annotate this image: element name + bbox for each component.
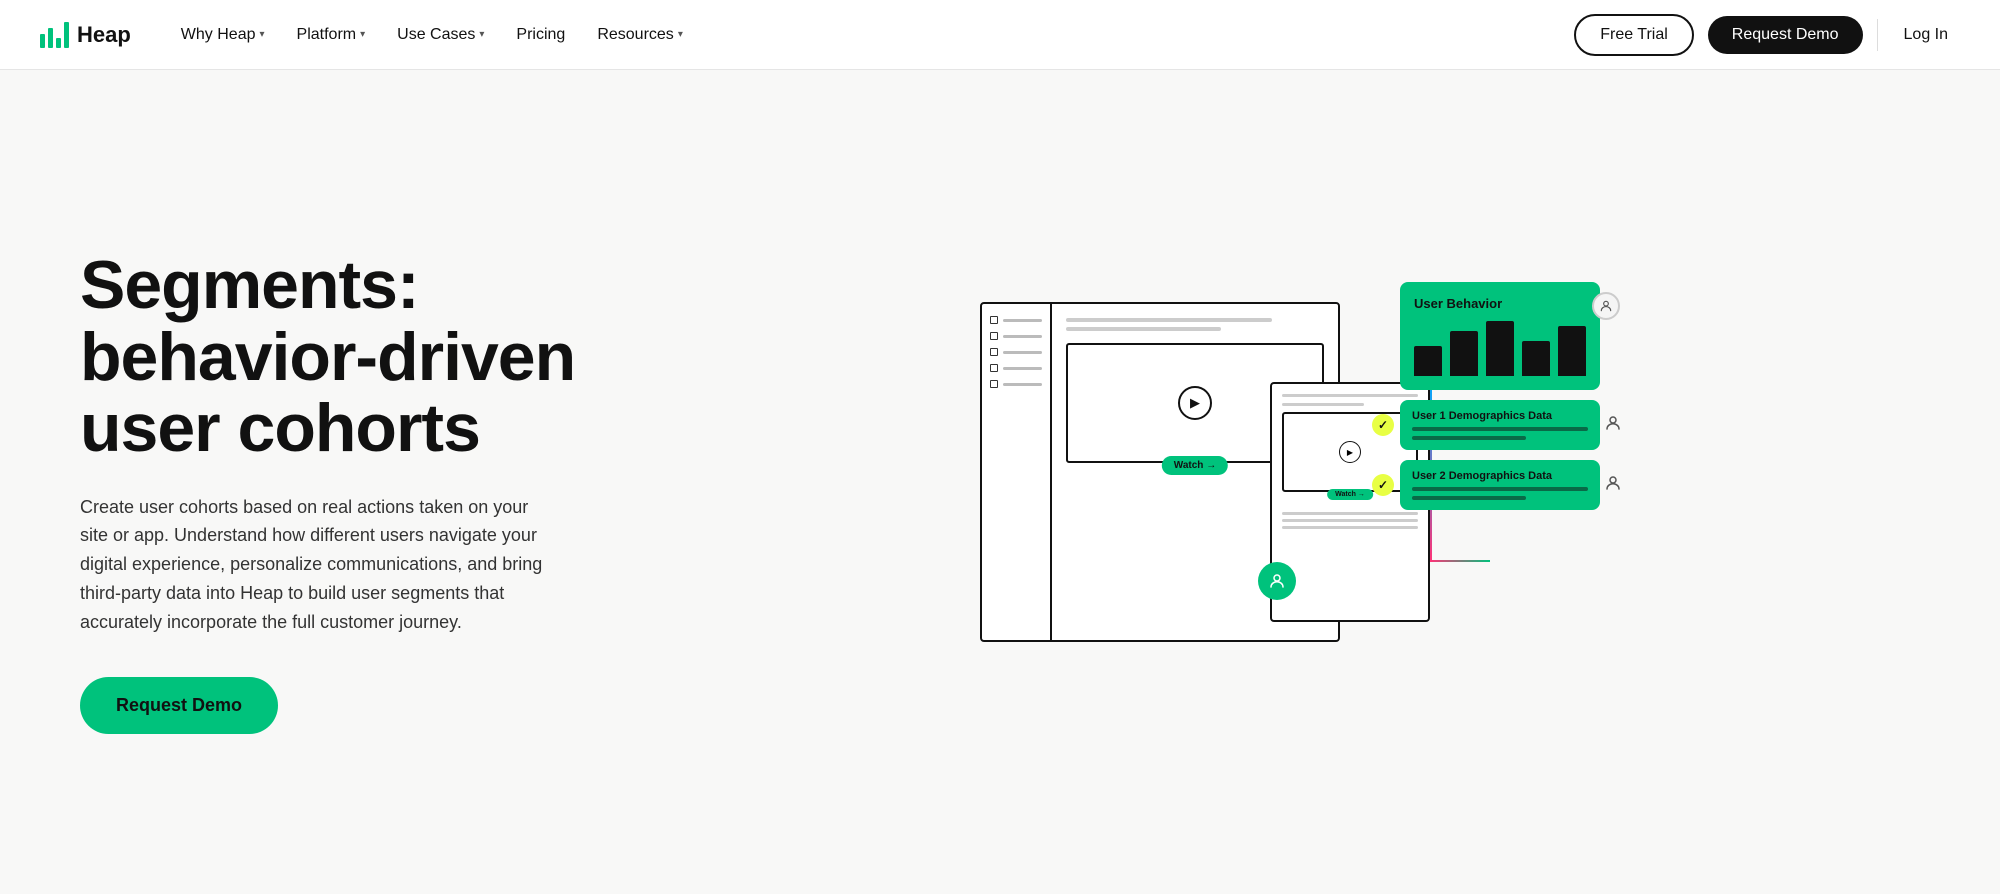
watch-tag: Watch → [1162,456,1228,475]
nav-link-use-cases[interactable]: Use Cases ▾ [383,18,498,52]
mobile-video-box: ▶ Watch → [1282,412,1418,492]
user-icon-right-1 [1604,414,1622,437]
chart-bar [1450,331,1478,376]
mobile-line [1282,519,1418,522]
nav-link-platform[interactable]: Platform ▾ [283,18,380,52]
sidebar-bar [1003,319,1042,322]
request-demo-hero-button[interactable]: Request Demo [80,677,278,734]
user-icon-right [1592,292,1620,320]
user2-card-wrapper: ✓ User 2 Demographics Data [1400,460,1600,510]
check-badge-2: ✓ [1372,474,1394,496]
hero-section: Segments: behavior-driven user cohorts C… [0,70,2000,894]
user2-demographics-card: User 2 Demographics Data [1400,460,1600,510]
sidebar-bar [1003,335,1042,338]
free-trial-button[interactable]: Free Trial [1574,14,1694,56]
logo[interactable]: Heap [40,22,131,48]
sidebar-dot [990,316,998,324]
navbar: Heap Why Heap ▾ Platform ▾ Use Cases ▾ P… [0,0,2000,70]
sidebar-dot [990,332,998,340]
mobile-bottom-lines [1282,512,1418,529]
card-line [1412,496,1526,500]
sidebar-dot [990,380,998,388]
nav-link-why-heap[interactable]: Why Heap ▾ [167,18,279,52]
nav-link-pricing[interactable]: Pricing [502,18,579,52]
sidebar-bar [1003,367,1042,370]
user-behavior-card: User Behavior [1400,282,1600,390]
chart-bar [1522,341,1550,376]
sidebar-line [990,348,1042,356]
hero-description: Create user cohorts based on real action… [80,493,560,637]
card-line [1412,436,1526,440]
chart-bar [1486,321,1514,376]
content-line [1066,318,1272,322]
sidebar-dot [990,364,998,372]
illustration-container: ▶ Watch → ▶ Watch → [980,282,1600,702]
user1-card-title: User 1 Demographics Data [1412,410,1588,422]
sidebar-bar [1003,351,1042,354]
chevron-down-icon: ▾ [260,29,265,40]
login-button[interactable]: Log In [1892,18,1960,52]
chevron-down-icon: ▾ [479,29,484,40]
mobile-line [1282,394,1418,397]
nav-divider [1877,19,1878,51]
content-lines [1066,318,1324,331]
mobile-watch-tag: Watch → [1327,489,1373,500]
sidebar-line [990,380,1042,388]
right-panel: User Behavior [1400,282,1600,510]
mobile-line [1282,512,1418,515]
user-behavior-title: User Behavior [1414,296,1586,311]
request-demo-nav-button[interactable]: Request Demo [1708,16,1863,54]
sidebar-wireframe [982,304,1052,640]
chart-bar [1414,346,1442,376]
mobile-line [1282,526,1418,529]
chevron-down-icon: ▾ [678,29,683,40]
play-button-icon: ▶ [1178,386,1212,420]
card-line [1412,487,1588,491]
mobile-line [1282,403,1364,406]
connector-line-h2 [1430,560,1490,562]
content-line [1066,327,1221,331]
user1-demographics-card: User 1 Demographics Data [1400,400,1600,450]
user1-card-wrapper: ✓ User 1 Demographics Data [1400,400,1600,450]
sidebar-dot [990,348,998,356]
nav-links: Why Heap ▾ Platform ▾ Use Cases ▾ Pricin… [167,18,1574,52]
user2-card-title: User 2 Demographics Data [1412,470,1588,482]
chevron-down-icon: ▾ [360,29,365,40]
sidebar-line [990,364,1042,372]
check-badge-1: ✓ [1372,414,1394,436]
nav-link-resources[interactable]: Resources ▾ [583,18,697,52]
sidebar-bar [1003,383,1042,386]
hero-illustration: ▶ Watch → ▶ Watch → [660,242,1920,742]
chart-bar [1558,326,1586,376]
hero-title: Segments: behavior-driven user cohorts [80,250,600,464]
sidebar-line [990,316,1042,324]
nav-actions: Free Trial Request Demo Log In [1574,14,1960,56]
user-icon-right-2 [1604,474,1622,497]
user-avatar-icon [1258,562,1296,600]
chart-bars [1414,321,1586,376]
logo-text: Heap [77,22,131,48]
mobile-play-icon: ▶ [1339,441,1361,463]
hero-content: Segments: behavior-driven user cohorts C… [80,250,600,733]
logo-icon [40,22,69,48]
card-line [1412,427,1588,431]
sidebar-line [990,332,1042,340]
